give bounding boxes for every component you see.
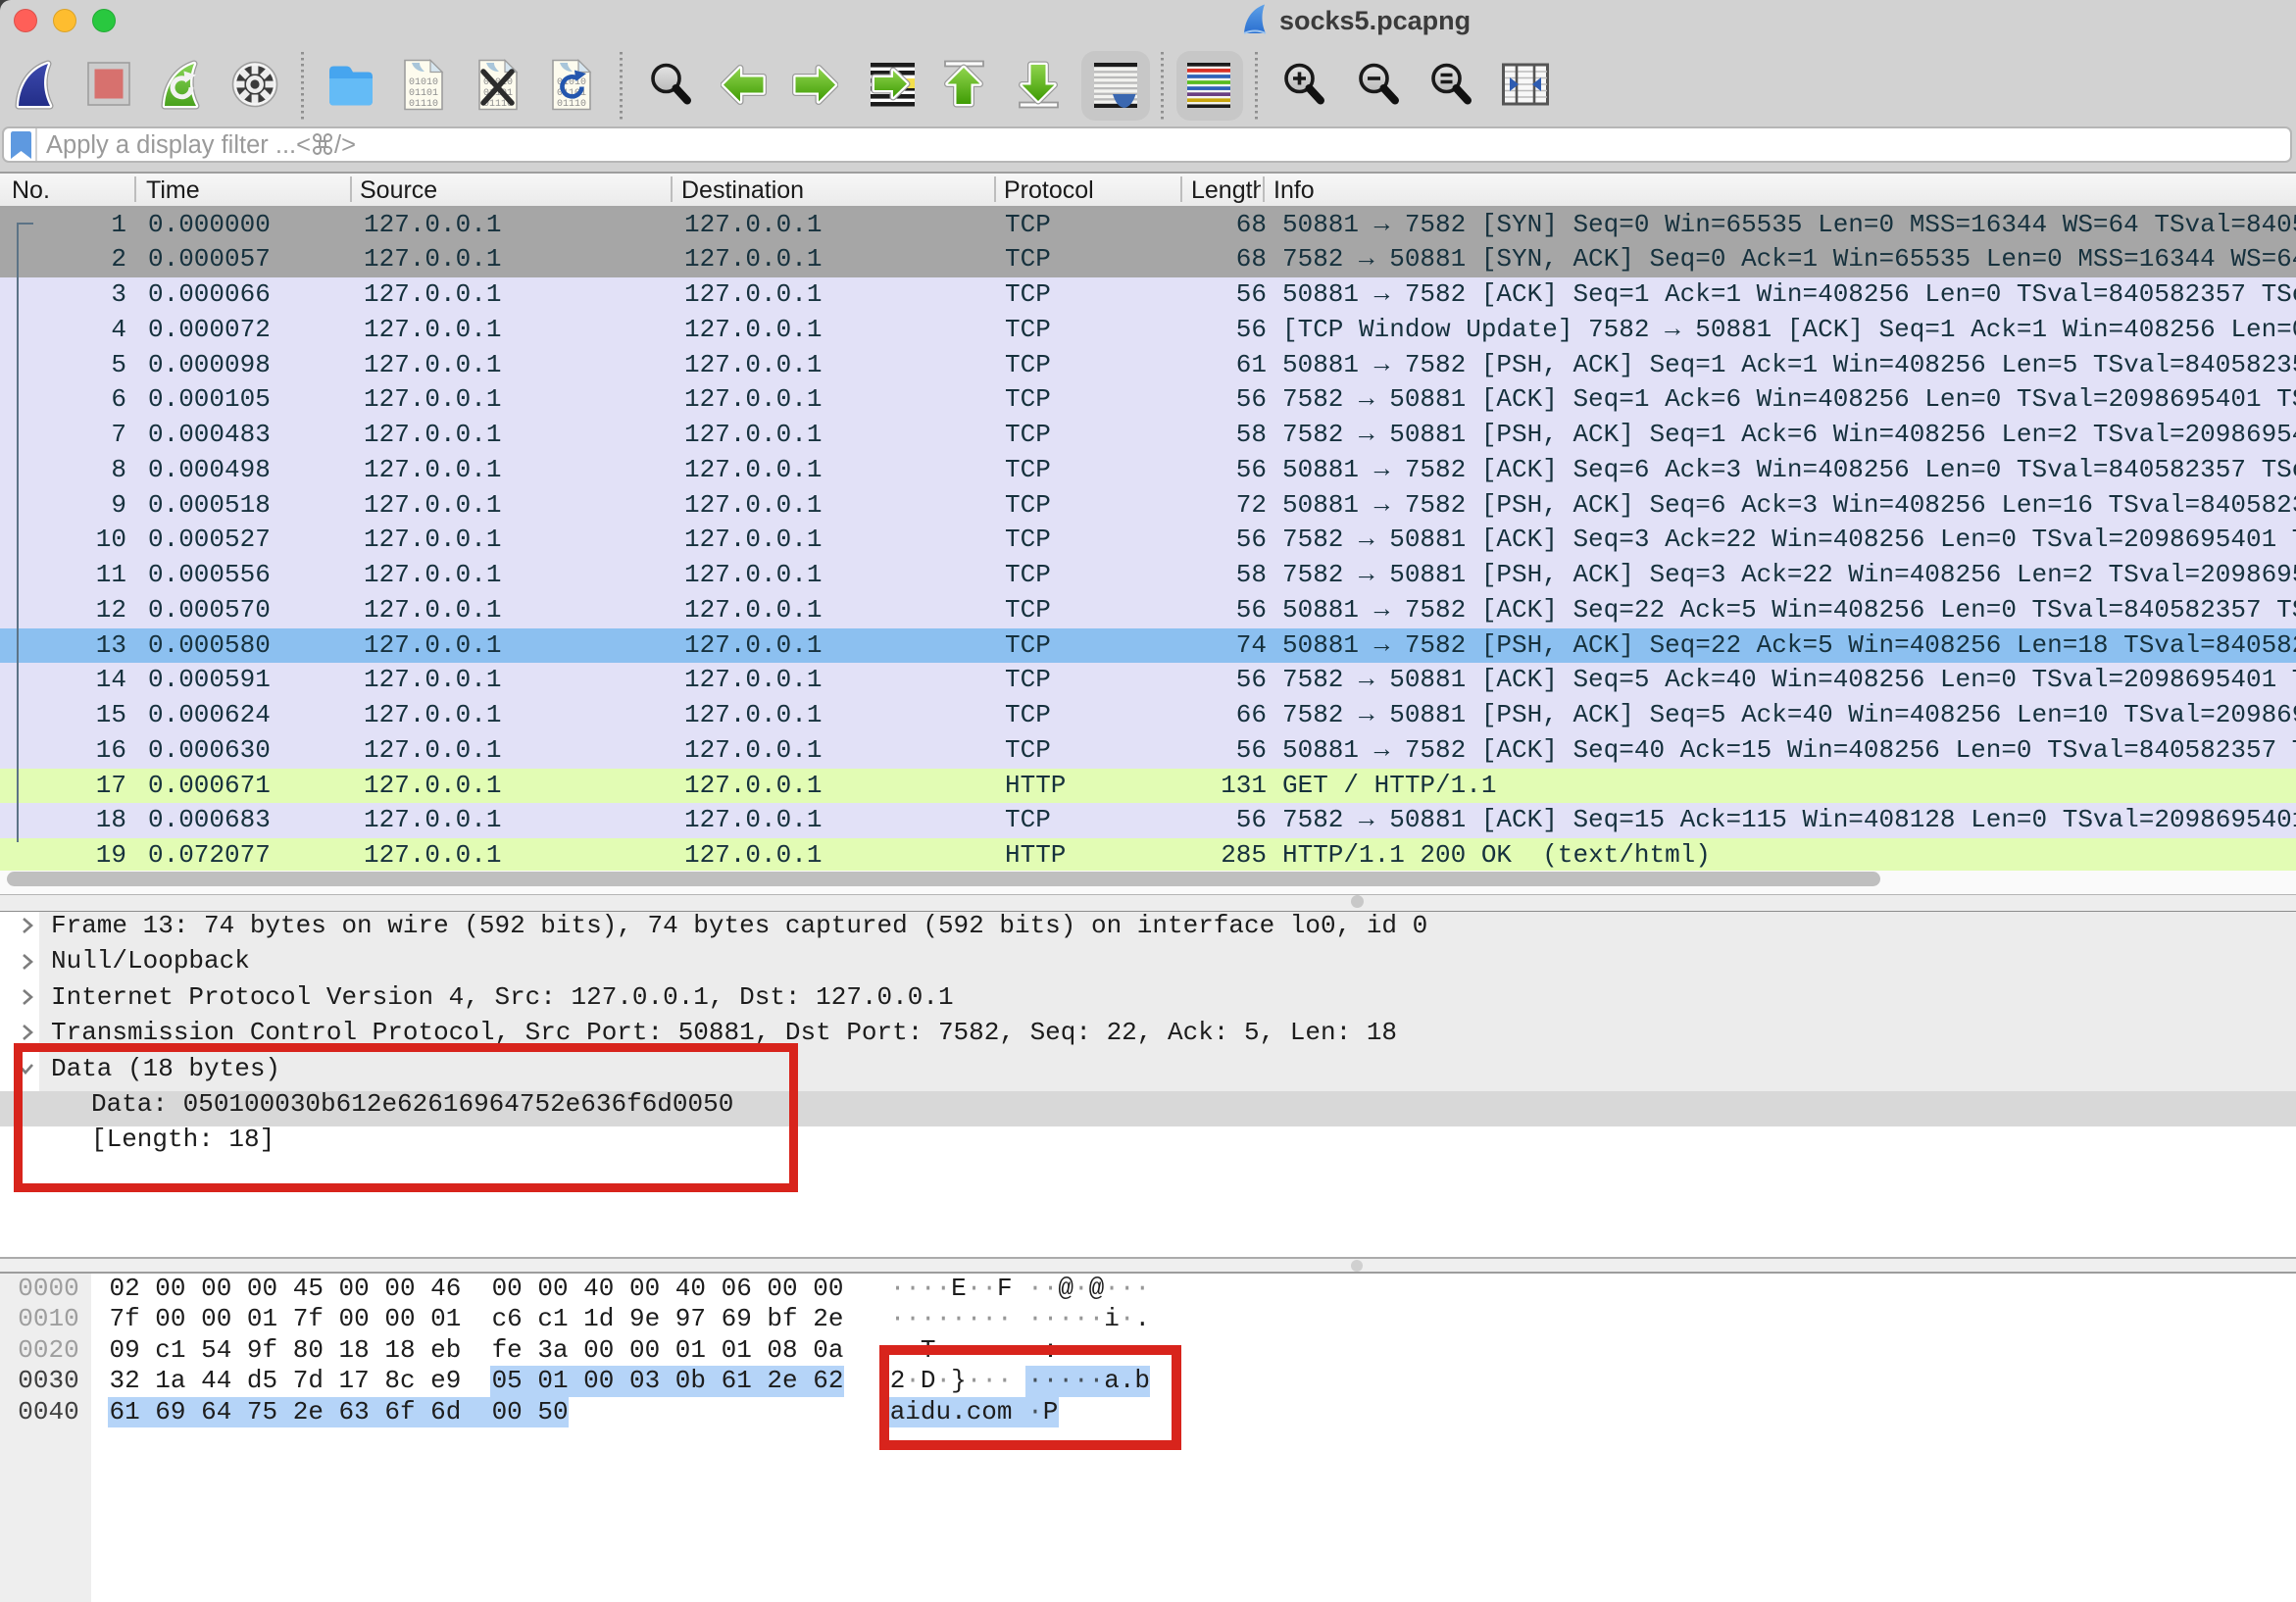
svg-text:01101: 01101 [409,88,438,99]
svg-text:01010: 01010 [409,77,438,88]
svg-text:01110: 01110 [409,99,438,110]
svg-text:01110: 01110 [557,99,586,110]
